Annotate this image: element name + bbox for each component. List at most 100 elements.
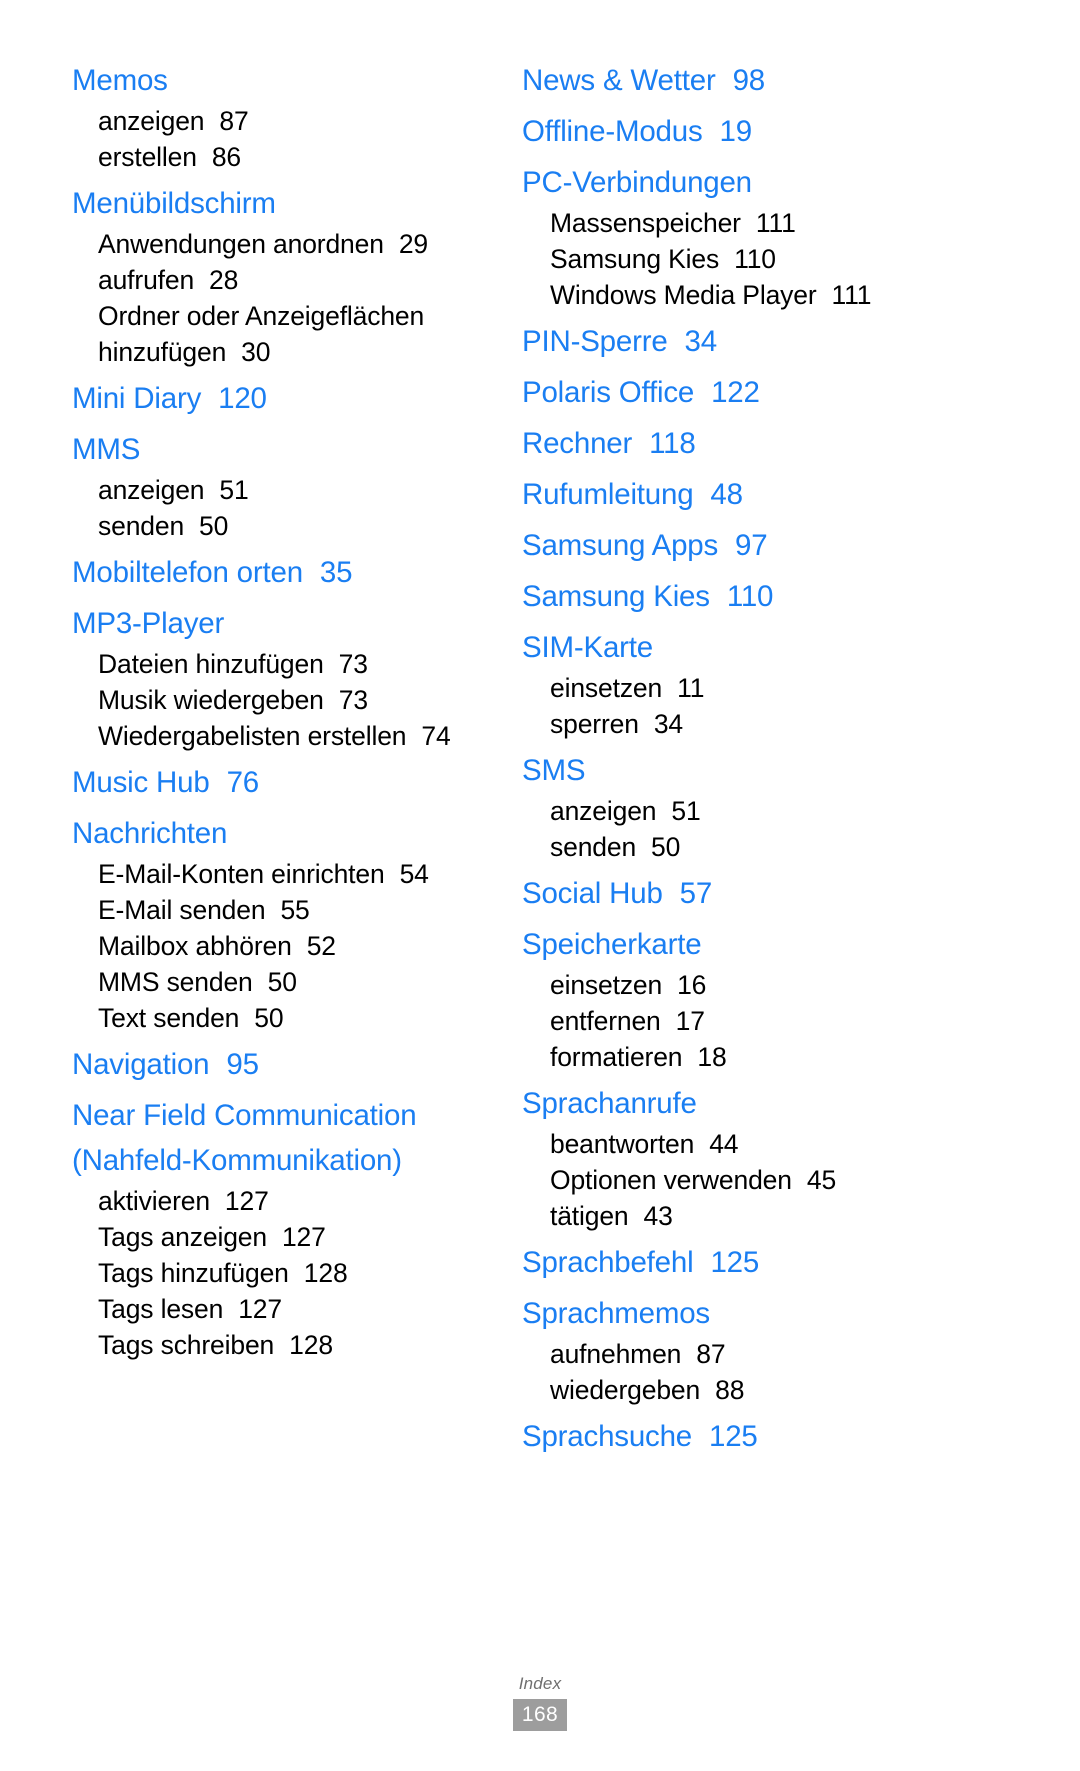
index-entry-heading[interactable]: Polaris Office 122 <box>522 370 942 415</box>
index-subentry[interactable]: Musik wiedergeben 73 <box>72 682 492 718</box>
index-subentry[interactable]: aufrufen 28 <box>72 262 492 298</box>
index-entry-heading[interactable]: Navigation 95 <box>72 1042 492 1087</box>
index-entry-heading[interactable]: Memos <box>72 58 492 103</box>
index-entry-title: Sprachmemos <box>522 1297 710 1330</box>
index-page: Memos anzeigen 87 erstellen 86 Menübildschirm… <box>0 0 1080 1771</box>
index-entry-heading[interactable]: Speicherkarte <box>522 922 942 967</box>
index-entry-heading[interactable]: Sprachbefehl 125 <box>522 1240 942 1285</box>
index-entry-heading[interactable]: Rufumleitung 48 <box>522 472 942 517</box>
index-subentry[interactable]: E-Mail-Konten einrichten 54 <box>72 856 492 892</box>
index-subentry-list: anzeigen 51 senden 50 <box>72 472 492 544</box>
index-entry: PC-Verbindungen Massenspeicher 111 Samsung … <box>522 160 942 313</box>
index-entry-page: 48 <box>710 478 743 511</box>
index-entry-heading[interactable]: PIN-Sperre 34 <box>522 319 942 364</box>
index-subentry[interactable]: Mailbox abhören 52 <box>72 928 492 964</box>
index-subentry[interactable]: Optionen verwenden 45 <box>522 1162 942 1198</box>
index-entry-page: 118 <box>649 427 696 460</box>
index-subentry[interactable]: Wiedergabelisten erstellen 74 <box>72 718 492 754</box>
index-subentry[interactable]: erstellen 86 <box>72 139 492 175</box>
index-entry-heading[interactable]: PC-Verbindungen <box>522 160 942 205</box>
index-subentry-page: 110 <box>734 244 776 274</box>
index-entry-heading[interactable]: Mobiltelefon orten 35 <box>72 550 492 595</box>
index-entry-title: Near Field Communication (Nahfeld-Kommun… <box>72 1099 417 1177</box>
index-subentry[interactable]: MMS senden 50 <box>72 964 492 1000</box>
index-entry-heading[interactable]: Near Field Communication (Nahfeld-Kommun… <box>72 1093 492 1183</box>
index-subentry[interactable]: einsetzen 16 <box>522 967 942 1003</box>
index-subentry[interactable]: sperren 34 <box>522 706 942 742</box>
index-entry-page: 122 <box>711 376 760 409</box>
index-subentry-page: 44 <box>709 1129 739 1159</box>
left-column: Memos anzeigen 87 erstellen 86 Menübildschirm… <box>72 58 492 1365</box>
index-subentry[interactable]: Tags schreiben 128 <box>72 1327 492 1363</box>
index-subentry[interactable]: Dateien hinzufügen 73 <box>72 646 492 682</box>
index-subentry[interactable]: Ordner oder Anzeigeflächen hinzufügen 30 <box>72 298 492 370</box>
index-subentry-page: 73 <box>338 649 368 679</box>
index-entry-heading[interactable]: Social Hub 57 <box>522 871 942 916</box>
index-subentry[interactable]: Windows Media Player 111 <box>522 277 942 313</box>
index-subentry[interactable]: senden 50 <box>522 829 942 865</box>
index-entry-title: PC-Verbindungen <box>522 166 752 199</box>
index-entry-page: 34 <box>684 325 718 358</box>
index-entry-heading[interactable]: Offline-Modus 19 <box>522 109 942 154</box>
index-entry-page: 76 <box>226 766 260 799</box>
index-subentry-page: 128 <box>303 1258 348 1288</box>
index-subentry-label: Tags hinzufügen <box>98 1258 289 1288</box>
index-subentry[interactable]: Tags hinzufügen 128 <box>72 1255 492 1291</box>
index-subentry[interactable]: E-Mail senden 55 <box>72 892 492 928</box>
index-entry: Sprachanrufe beantworten 44 Optionen verwen… <box>522 1081 942 1234</box>
index-subentry[interactable]: aktivieren 127 <box>72 1183 492 1219</box>
index-subentry[interactable]: Tags lesen 127 <box>72 1291 492 1327</box>
index-entry-heading[interactable]: Nachrichten <box>72 811 492 856</box>
index-subentry-label: entfernen <box>550 1006 661 1036</box>
index-subentry[interactable]: wiedergeben 88 <box>522 1372 942 1408</box>
index-entry-heading[interactable]: Samsung Apps 97 <box>522 523 942 568</box>
index-entry: Samsung Kies 110 <box>522 574 942 619</box>
right-column: News & Wetter 98 Offline-Modus 19 PC-Verbind… <box>522 58 942 1461</box>
index-subentry[interactable]: beantworten 44 <box>522 1126 942 1162</box>
index-entry-page: 19 <box>719 115 753 148</box>
index-entry-title: Sprachsuche <box>522 1420 692 1453</box>
index-subentry[interactable]: Massenspeicher 111 <box>522 205 942 241</box>
index-entry-heading[interactable]: Sprachmemos <box>522 1291 942 1336</box>
index-subentry[interactable]: tätigen 43 <box>522 1198 942 1234</box>
index-entry-heading[interactable]: Rechner 118 <box>522 421 942 466</box>
index-subentry[interactable]: anzeigen 51 <box>72 472 492 508</box>
index-subentry[interactable]: entfernen 17 <box>522 1003 942 1039</box>
index-subentry[interactable]: einsetzen 11 <box>522 670 942 706</box>
index-subentry[interactable]: aufnehmen 87 <box>522 1336 942 1372</box>
index-entry-heading[interactable]: Sprachsuche 125 <box>522 1414 942 1459</box>
index-subentry-label: einsetzen <box>550 970 663 1000</box>
index-subentry-page: 54 <box>399 859 429 889</box>
index-entry-heading[interactable]: Mini Diary 120 <box>72 376 492 421</box>
index-subentry[interactable]: Anwendungen anordnen 29 <box>72 226 492 262</box>
index-subentry[interactable]: formatieren 18 <box>522 1039 942 1075</box>
index-subentry[interactable]: anzeigen 51 <box>522 793 942 829</box>
index-subentry[interactable]: senden 50 <box>72 508 492 544</box>
index-entry: Rechner 118 <box>522 421 942 466</box>
index-subentry[interactable]: anzeigen 87 <box>72 103 492 139</box>
index-entry-heading[interactable]: SIM-Karte <box>522 625 942 670</box>
index-entry-title: MP3-Player <box>72 607 225 640</box>
index-subentry[interactable]: Samsung Kies 110 <box>522 241 942 277</box>
index-entry-heading[interactable]: SMS <box>522 748 942 793</box>
index-entry-heading[interactable]: Samsung Kies 110 <box>522 574 942 619</box>
index-entry-heading[interactable]: MP3-Player <box>72 601 492 646</box>
index-entry-title: PIN-Sperre <box>522 325 668 358</box>
index-entry-title: Rufumleitung <box>522 478 694 511</box>
index-subentry-label: wiedergeben <box>550 1375 701 1405</box>
index-entry-heading[interactable]: MMS <box>72 427 492 472</box>
index-entry-title: Samsung Kies <box>522 580 710 613</box>
index-subentry[interactable]: Text senden 50 <box>72 1000 492 1036</box>
index-entry-heading[interactable]: News & Wetter 98 <box>522 58 942 103</box>
index-entry-heading[interactable]: Menübildschirm <box>72 181 492 226</box>
index-subentry-label: E-Mail senden <box>98 895 266 925</box>
index-subentry-label: Samsung Kies <box>550 244 720 274</box>
index-entry-heading[interactable]: Music Hub 76 <box>72 760 492 805</box>
index-entry: Sprachmemos aufnehmen 87 wiedergeben 88 <box>522 1291 942 1408</box>
index-subentry-page: 50 <box>651 832 681 862</box>
index-entry-heading[interactable]: Sprachanrufe <box>522 1081 942 1126</box>
index-subentry-label: MMS senden <box>98 967 253 997</box>
index-entry-title: Samsung Apps <box>522 529 719 562</box>
index-subentry-page: 11 <box>677 673 705 703</box>
index-subentry[interactable]: Tags anzeigen 127 <box>72 1219 492 1255</box>
